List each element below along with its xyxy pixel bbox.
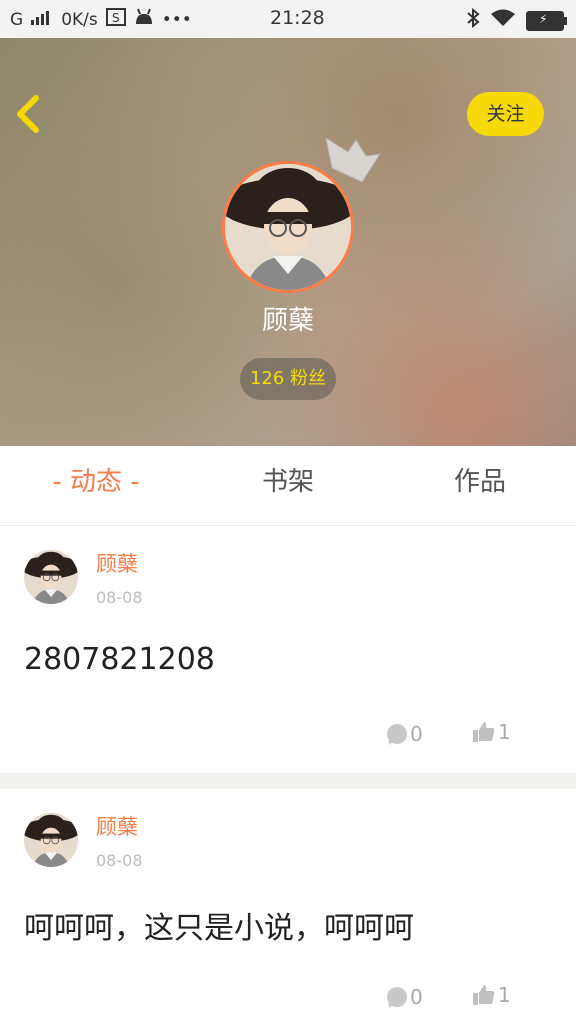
like-button[interactable]: 1	[472, 983, 511, 1007]
like-count: 1	[498, 720, 511, 744]
avatar-image	[24, 550, 78, 604]
tab-works[interactable]: 作品	[384, 446, 576, 525]
tab-activity[interactable]: - 动态 -	[0, 446, 192, 525]
profile-header: 关注 顾蘖 126 粉丝	[0, 38, 576, 446]
status-right: ⚡	[466, 7, 567, 33]
bluetooth-icon	[466, 7, 480, 33]
profile-page: G 0K/s S ••• 21:28 ⚡ 关注 顾蘖 126 粉丝 - 动态 -…	[0, 0, 576, 1024]
comment-button[interactable]: 0	[386, 722, 423, 746]
like-button[interactable]: 1	[472, 720, 511, 744]
post-date: 08-08	[96, 588, 143, 607]
post-author-avatar[interactable]	[24, 813, 78, 867]
avatar-image	[225, 164, 351, 290]
back-button[interactable]	[14, 92, 50, 136]
comment-count: 0	[410, 722, 423, 746]
thumbs-up-icon	[473, 722, 495, 742]
chevron-left-icon	[17, 95, 39, 133]
post-date: 08-08	[96, 851, 143, 870]
thumbs-up-icon	[473, 985, 495, 1005]
comment-button[interactable]: 0	[386, 985, 423, 1009]
post-divider	[0, 773, 576, 789]
screenshot-icon: S	[105, 8, 126, 31]
battery-icon: ⚡	[526, 10, 567, 31]
post-author-name[interactable]: 顾蘖	[96, 811, 138, 841]
profile-avatar[interactable]	[222, 161, 354, 293]
clock: 21:28	[270, 7, 325, 29]
follow-button[interactable]: 关注	[467, 92, 544, 136]
post-item[interactable]: 顾蘖 08-08 呵呵呵，这只是小说，呵呵呵 0 1	[0, 789, 576, 1024]
comment-icon	[387, 724, 407, 745]
status-bar: G 0K/s S ••• 21:28 ⚡	[0, 0, 576, 38]
post-content: 2807821208	[24, 642, 215, 677]
signal-icon	[31, 9, 53, 30]
post-author-name[interactable]: 顾蘖	[96, 548, 138, 578]
post-author-avatar[interactable]	[24, 550, 78, 604]
username: 顾蘖	[261, 306, 314, 336]
tab-bookshelf[interactable]: 书架	[192, 446, 384, 525]
more-notifications-icon: •••	[161, 9, 192, 30]
post-item[interactable]: 顾蘖 08-08 2807821208 0 1	[0, 526, 576, 773]
comment-icon	[387, 987, 407, 1008]
svg-text:S: S	[112, 11, 120, 25]
fans-count[interactable]: 126 粉丝	[240, 358, 336, 400]
like-count: 1	[498, 983, 511, 1007]
avatar-image	[24, 813, 78, 867]
wifi-icon	[490, 8, 516, 33]
network-type: G	[10, 9, 24, 30]
comment-count: 0	[410, 985, 423, 1009]
profile-tabs: - 动态 - 书架 作品	[0, 446, 576, 526]
android-icon	[134, 8, 154, 31]
network-speed: 0K/s	[61, 9, 98, 30]
status-left: G 0K/s S •••	[10, 8, 192, 31]
post-content: 呵呵呵，这只是小说，呵呵呵	[24, 911, 414, 946]
